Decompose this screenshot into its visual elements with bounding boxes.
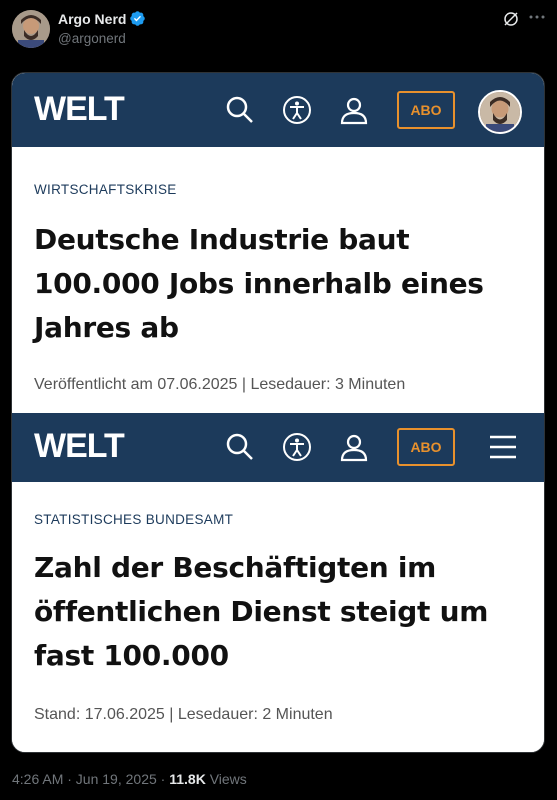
abo-button: ABO [397,428,455,466]
accessibility-icon [283,96,311,124]
avatar[interactable] [12,10,50,48]
article-card: STATISTISCHES BUNDESAMT Zahl der Beschäf… [12,482,544,752]
article-headline: Deutsche Industrie baut 100.000 Jobs inn… [34,223,484,344]
search-icon [226,96,253,123]
article-kicker: WIRTSCHAFTSKRISE [34,182,177,197]
welt-logo: WELT [34,90,125,128]
search-icon [226,433,253,460]
article-card: WIRTSCHAFTSKRISE Deutsche Industrie baut… [12,147,544,413]
tweet-header: Argo Nerd @argonerd [0,0,557,60]
grok-icon[interactable] [503,11,519,27]
views-count: 11.8K [169,771,206,787]
views-label: Views [205,771,247,787]
accessibility-icon [283,433,311,461]
more-options-icon[interactable] [528,8,546,26]
verified-badge-icon [130,11,145,26]
tweet-footer: 4:26 AM · Jun 19, 2025 · 11.8K Views [12,771,247,787]
article-kicker: STATISTISCHES BUNDESAMT [34,512,234,527]
welt-logo: WELT [34,427,125,465]
hamburger-menu-icon [490,435,516,459]
article-meta: Stand: 17.06.2025 | Lesedauer: 2 Minuten [34,706,333,723]
welt-header: WELT ABO [12,73,544,147]
user-icon [340,434,368,462]
welt-avatar [478,90,522,134]
article-headline: Zahl der Beschäftigten im öffentlichen D… [34,551,489,672]
welt-header: WELT ABO [12,413,544,482]
article-meta: Veröffentlicht am 07.06.2025 | Lesedauer… [34,376,406,393]
abo-button: ABO [397,91,455,129]
tweet-media-image[interactable]: WELT ABO WIRTSCHAFTSKRISE Deutsche Indus… [11,72,545,753]
user-icon [340,97,368,125]
handle[interactable]: @argonerd [58,31,126,46]
timestamp[interactable]: 4:26 AM · Jun 19, 2025 · [12,771,169,787]
author-name[interactable]: Argo Nerd [58,11,126,27]
